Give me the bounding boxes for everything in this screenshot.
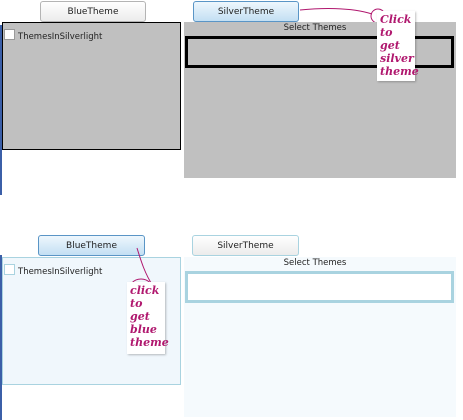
annotation-arrow <box>299 8 386 22</box>
select-themes-label: Select Themes <box>283 258 347 268</box>
checkbox-box[interactable] <box>4 29 15 40</box>
themes-checkbox[interactable]: ThemesInSilverlight <box>4 259 102 278</box>
silver-theme-button[interactable]: SilverTheme <box>193 1 299 22</box>
silver-right-panel: Select Themes <box>184 22 456 178</box>
top-panel: BlueTheme SilverTheme ThemesInSilverligh… <box>0 0 463 195</box>
annotation-line: to get <box>380 26 400 52</box>
silver-left-panel: ThemesInSilverlight <box>2 22 181 150</box>
checkbox-label: ThemesInSilverlight <box>18 267 103 277</box>
silver-annotation-note: Click to get silver theme <box>377 11 419 81</box>
themes-checkbox[interactable]: ThemesInSilverlight <box>4 24 102 43</box>
blue-right-panel: Select Themes <box>184 257 456 417</box>
annotation-line: to get <box>130 297 150 323</box>
annotation-line: silver <box>380 52 414 65</box>
checkbox-label: ThemesInSilverlight <box>18 32 103 42</box>
blue-annotation-note: click to get blue theme <box>127 282 169 354</box>
blue-theme-button[interactable]: BlueTheme <box>40 1 146 22</box>
bottom-panel: BlueTheme SilverTheme ThemesInSilverligh… <box>0 230 463 420</box>
annotation-line: theme <box>380 65 419 78</box>
annotation-line: blue <box>130 323 157 336</box>
annotation-line: theme <box>130 336 169 349</box>
checkbox-box[interactable] <box>4 264 15 275</box>
theme-combobox[interactable] <box>185 271 454 303</box>
silver-theme-button[interactable]: SilverTheme <box>192 235 299 256</box>
annotation-line: Click <box>380 13 412 26</box>
annotation-line: click <box>130 284 160 297</box>
